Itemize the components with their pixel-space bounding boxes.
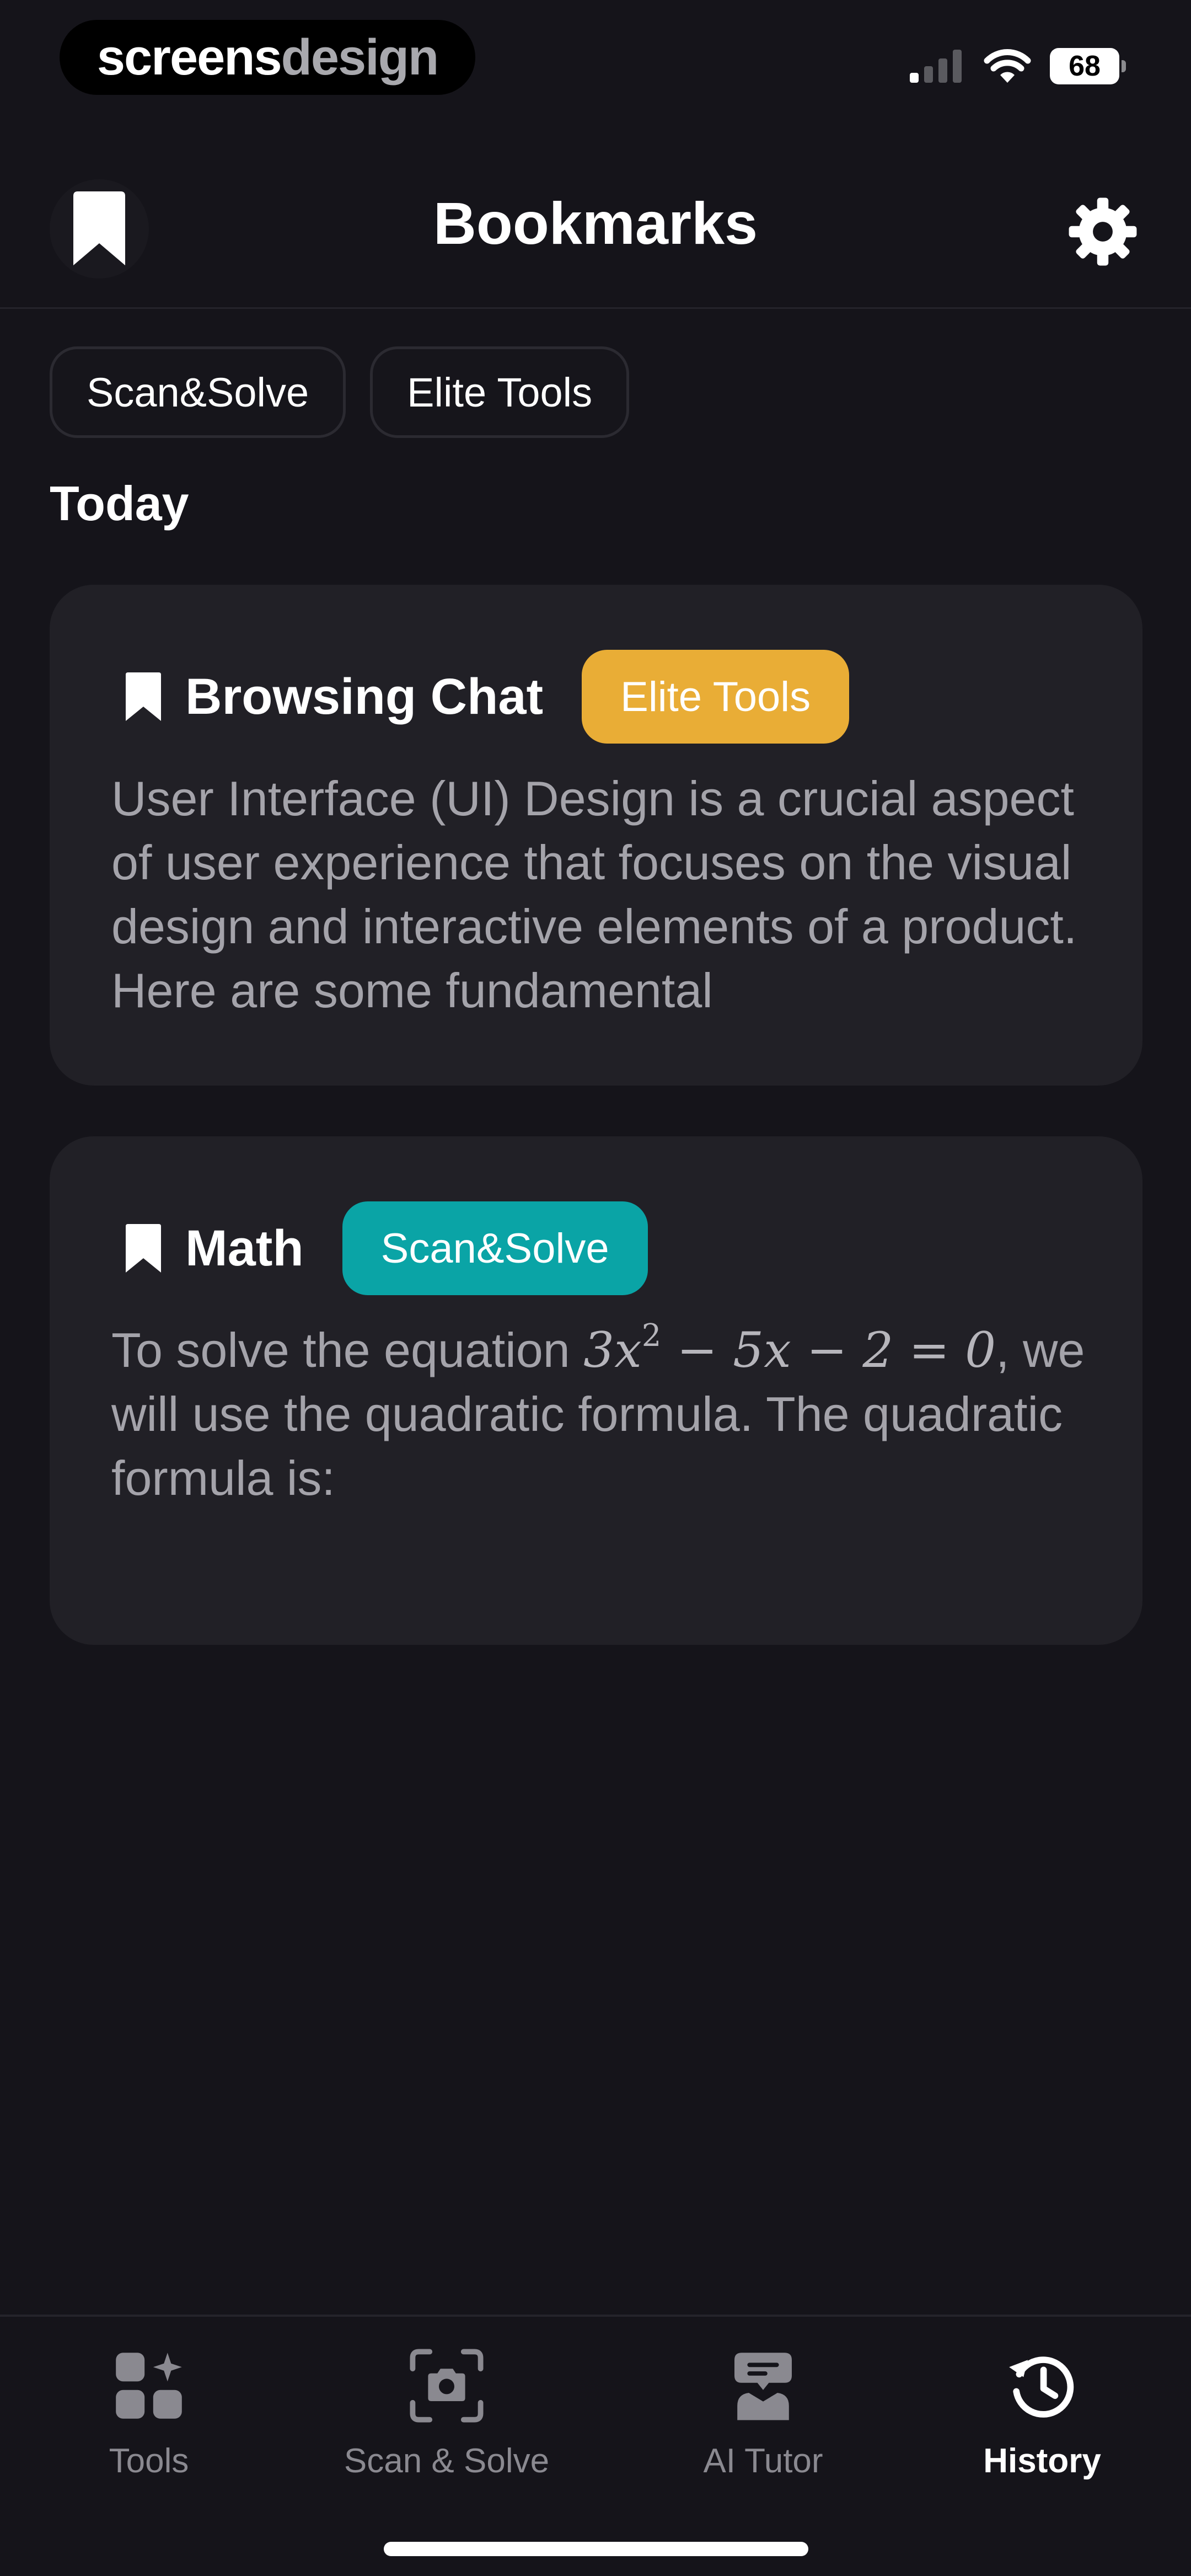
history-clock-icon: [1001, 2344, 1083, 2427]
bookmark-card-math[interactable]: Math Scan&Solve To solve the equation 3x…: [50, 1136, 1142, 1645]
chip-scan-solve[interactable]: Scan&Solve: [50, 346, 346, 438]
equation: 3x2 − 5x − 2 = 0: [583, 1321, 996, 1379]
brand-part-2: design: [281, 29, 439, 85]
tab-ai-tutor[interactable]: AI Tutor: [620, 2344, 906, 2499]
card-tag-scan-solve: Scan&Solve: [342, 1201, 648, 1295]
card-title: Browsing Chat: [185, 668, 544, 725]
header-bar: Bookmarks: [0, 154, 1191, 309]
equation-exponent: 2: [641, 1318, 662, 1354]
chip-elite-tools[interactable]: Elite Tools: [370, 346, 630, 438]
page-title: Bookmarks: [433, 190, 758, 256]
tab-history[interactable]: History: [899, 2344, 1185, 2499]
card-header: Math Scan&Solve: [124, 1201, 648, 1295]
tab-label: Tools: [109, 2442, 189, 2480]
tab-label: Scan & Solve: [344, 2442, 550, 2480]
card-preview-text: To solve the equation 3x2 − 5x − 2 = 0, …: [111, 1318, 1104, 1510]
equation-base: 3x: [583, 1322, 642, 1378]
status-bar: screens design 68: [0, 0, 1191, 116]
bottom-tab-bar: Tools Scan & Solve AI Tutor History: [0, 2315, 1191, 2576]
tab-label: History: [983, 2442, 1101, 2480]
battery-level: 68: [1069, 50, 1101, 82]
card-header: Browsing Chat Elite Tools: [124, 650, 850, 744]
tab-label: AI Tutor: [703, 2442, 823, 2480]
tab-tools[interactable]: Tools: [6, 2344, 292, 2499]
tools-grid-icon: [108, 2344, 190, 2427]
bookmark-icon: [126, 1224, 161, 1273]
preview-text-start: To solve the equation: [111, 1323, 584, 1377]
camera-scan-icon: [405, 2344, 488, 2427]
card-title: Math: [185, 1220, 304, 1276]
bookmark-card-browsing-chat[interactable]: Browsing Chat Elite Tools User Interface…: [50, 585, 1142, 1086]
tab-scan-solve[interactable]: Scan & Solve: [303, 2344, 590, 2499]
brand-watermark: screens design: [60, 20, 475, 95]
settings-button[interactable]: [1059, 188, 1147, 276]
section-heading-today: Today: [50, 476, 189, 531]
status-icons: 68: [910, 44, 1126, 88]
bookmark-icon: [126, 672, 161, 721]
card-preview-text: User Interface (UI) Design is a crucial …: [111, 771, 1077, 1018]
gear-icon: [1069, 197, 1137, 266]
wifi-icon: [984, 49, 1031, 83]
filter-chips: Scan&Solve Elite Tools: [50, 346, 630, 438]
bookmarks-screen: screens design 68 Bookmarks Scan&Solve E…: [0, 0, 1191, 2576]
home-indicator[interactable]: [384, 2542, 808, 2556]
ai-tutor-icon: [722, 2344, 804, 2427]
brand-part-1: screens: [96, 29, 282, 85]
signal-icon: [910, 50, 962, 83]
equation-rest: − 5x − 2 = 0: [661, 1322, 996, 1378]
battery-indicator: 68: [1050, 48, 1126, 84]
card-tag-elite-tools: Elite Tools: [582, 650, 850, 744]
